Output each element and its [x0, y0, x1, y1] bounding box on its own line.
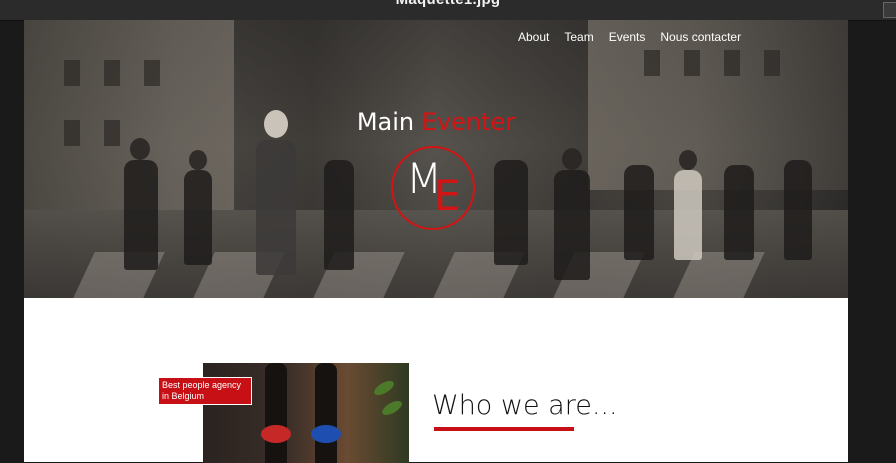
hero-bg-pedestrian	[724, 165, 754, 260]
site-title-main: Main	[356, 108, 415, 136]
photo-bottle-label	[311, 425, 341, 443]
hero-section: About Team Events Nous contacter Main Ev…	[24, 20, 848, 298]
hero-bg-window	[144, 60, 160, 86]
hero-bg-pedestrian	[494, 160, 528, 265]
hero-bg-pedestrian	[256, 140, 296, 275]
hero-bg-pedestrian-head	[130, 138, 150, 160]
nav-team[interactable]: Team	[564, 30, 593, 44]
hero-bg-window	[724, 50, 740, 76]
logo-circle[interactable]: M E	[391, 146, 475, 230]
who-we-are-heading: Who we are...	[432, 390, 618, 421]
nav-events[interactable]: Events	[609, 30, 646, 44]
hero-bg-window	[684, 50, 700, 76]
site-title: Main Eventer	[24, 108, 848, 136]
hero-bg-pedestrian	[784, 160, 812, 260]
hero-bg-pedestrian	[674, 170, 702, 260]
hero-bg-window	[764, 50, 780, 76]
hero-bg-pedestrian	[124, 160, 158, 270]
hero-bg-window	[644, 50, 660, 76]
hero-bg-window	[64, 60, 80, 86]
site-title-accent: Eventer	[421, 108, 516, 136]
main-nav: About Team Events Nous contacter	[518, 30, 756, 44]
logo-letter-e: E	[434, 171, 461, 220]
photo-leaf	[379, 398, 405, 418]
nav-about[interactable]: About	[518, 30, 549, 44]
viewer-title: Maquette1.jpg	[0, 0, 896, 8]
hero-bg-pedestrian-head	[679, 150, 697, 170]
photo-bottle	[265, 363, 287, 463]
hero-bg-window	[104, 60, 120, 86]
hero-bg-pedestrian	[554, 170, 590, 280]
hero-bg-pedestrian-head	[562, 148, 582, 170]
viewer-title-bar: Maquette1.jpg	[0, 0, 896, 21]
agency-badge: Best people agency in Belgium	[158, 377, 252, 405]
photo-bottle	[315, 363, 337, 463]
hero-bg-pedestrian	[624, 165, 654, 260]
photo-bottle-label	[261, 425, 291, 443]
nav-contact[interactable]: Nous contacter	[660, 30, 741, 44]
heading-underline	[434, 427, 574, 431]
viewer-corner-button[interactable]	[883, 2, 896, 18]
hero-bg-pedestrian	[184, 170, 212, 265]
hero-bg-pedestrian-head	[189, 150, 207, 170]
photo-leaf	[371, 378, 397, 398]
hero-bg-pedestrian	[324, 160, 354, 270]
